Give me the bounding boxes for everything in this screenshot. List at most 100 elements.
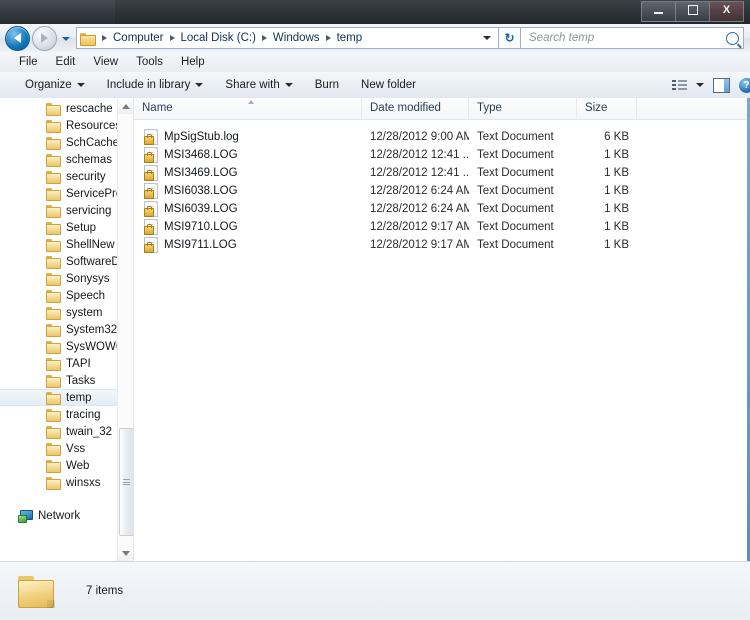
file-name-label: MpSigStub.log xyxy=(164,131,239,143)
tree-item-resources[interactable]: Resources xyxy=(0,117,133,134)
tree-item-network[interactable]: Network xyxy=(0,507,133,524)
tree-item-label: schemas xyxy=(66,153,113,166)
chevron-down-icon[interactable] xyxy=(696,83,704,87)
organize-label: Organize xyxy=(25,79,72,91)
tree-item-tracing[interactable]: tracing xyxy=(0,406,133,423)
breadcrumb-separator-icon xyxy=(261,35,267,41)
tree-item-winsxs[interactable]: winsxs xyxy=(0,474,133,491)
column-header-date-modified[interactable]: Date modified xyxy=(362,98,469,119)
tree-item-temp[interactable]: temp xyxy=(0,389,133,406)
tree-item-syswow64[interactable]: SysWOW64 xyxy=(0,338,133,355)
tree-item-schemas[interactable]: schemas xyxy=(0,151,133,168)
chevron-down-icon xyxy=(121,550,130,556)
breadcrumb-bar[interactable]: Computer Local Disk (C:) Windows temp xyxy=(76,27,498,49)
burn-button[interactable]: Burn xyxy=(304,74,350,96)
recent-pages-button[interactable] xyxy=(60,32,72,44)
table-row[interactable]: MSI6038.LOG 12/28/2012 6:24 AM Text Docu… xyxy=(134,182,750,200)
file-type-cell: Text Document xyxy=(477,185,554,197)
tree-item-sonysys[interactable]: Sonysys xyxy=(0,270,133,287)
tree-item-rescache[interactable]: rescache xyxy=(0,100,133,117)
chevron-down-icon xyxy=(76,83,85,87)
tree-item-label: Tasks xyxy=(66,374,96,387)
tree-item-twain32[interactable]: twain_32 xyxy=(0,423,133,440)
column-header-type[interactable]: Type xyxy=(469,98,577,119)
address-dropdown-button[interactable] xyxy=(476,28,498,48)
scrollbar-thumb[interactable] xyxy=(119,428,133,536)
include-in-library-label: Include in library xyxy=(106,79,191,91)
folder-icon xyxy=(46,255,61,269)
table-row[interactable]: MSI9710.LOG 12/28/2012 9:17 AM Text Docu… xyxy=(134,218,750,236)
tree-item-schcache[interactable]: SchCache xyxy=(0,134,133,151)
menu-edit[interactable]: Edit xyxy=(47,52,85,72)
tree-item-softwaredistribution[interactable]: SoftwareDistrib xyxy=(0,253,133,270)
tree-item-serviceprofiles[interactable]: ServiceProfiles xyxy=(0,185,133,202)
table-row[interactable]: MpSigStub.log 12/28/2012 9:00 AM Text Do… xyxy=(134,128,750,146)
column-header-size[interactable]: Size xyxy=(577,98,637,119)
navigation-scrollbar[interactable] xyxy=(117,98,133,561)
breadcrumb-item-local-disk[interactable]: Local Disk (C:) xyxy=(179,32,258,44)
address-bar: Computer Local Disk (C:) Windows temp ↻ … xyxy=(0,24,750,53)
text-document-icon xyxy=(144,165,158,181)
maximize-button[interactable] xyxy=(675,1,709,22)
lock-icon xyxy=(144,152,154,163)
scroll-up-button[interactable] xyxy=(118,98,133,114)
menu-file[interactable]: File xyxy=(10,52,47,72)
tree-item-tasks[interactable]: Tasks xyxy=(0,372,133,389)
tree-item-vss[interactable]: Vss xyxy=(0,440,133,457)
preview-pane-icon[interactable] xyxy=(713,77,730,93)
organize-button[interactable]: Organize xyxy=(14,74,96,96)
tree-item-web[interactable]: Web xyxy=(0,457,133,474)
scroll-down-button[interactable] xyxy=(118,545,133,561)
table-row[interactable]: MSI3468.LOG 12/28/2012 12:41 ... Text Do… xyxy=(134,146,750,164)
file-name-cell[interactable]: MpSigStub.log xyxy=(134,129,362,145)
tree-item-speech[interactable]: Speech xyxy=(0,287,133,304)
tree-item-system[interactable]: system xyxy=(0,304,133,321)
folder-icon xyxy=(46,459,61,473)
forward-button[interactable] xyxy=(32,25,57,51)
share-with-button[interactable]: Share with xyxy=(214,74,303,96)
view-options-icon[interactable] xyxy=(672,79,687,91)
tree-item-security[interactable]: security xyxy=(0,168,133,185)
table-row[interactable]: MSI6039.LOG 12/28/2012 6:24 AM Text Docu… xyxy=(134,200,750,218)
tree-item-setup[interactable]: Setup xyxy=(0,219,133,236)
explorer-window: X Computer Local Disk (C:) Windows temp xyxy=(0,0,750,620)
minimize-button[interactable] xyxy=(641,1,675,22)
file-name-cell[interactable]: MSI9711.LOG xyxy=(134,237,362,253)
file-name-cell[interactable]: MSI6039.LOG xyxy=(134,201,362,217)
breadcrumb-item-computer[interactable]: Computer xyxy=(111,32,166,44)
close-button[interactable]: X xyxy=(709,1,744,22)
menu-tools[interactable]: Tools xyxy=(127,52,172,72)
table-row[interactable]: MSI9711.LOG 12/28/2012 9:17 AM Text Docu… xyxy=(134,236,750,254)
search-input[interactable]: Search temp xyxy=(529,32,726,44)
column-header-name[interactable]: Name xyxy=(134,98,362,119)
folder-icon xyxy=(46,102,61,116)
file-name-cell[interactable]: MSI3469.LOG xyxy=(134,165,362,181)
folder-icon xyxy=(46,391,61,405)
file-date-cell: 12/28/2012 6:24 AM xyxy=(370,185,469,197)
file-name-cell[interactable]: MSI9710.LOG xyxy=(134,219,362,235)
include-in-library-button[interactable]: Include in library xyxy=(96,74,215,96)
tree-item-servicing[interactable]: servicing xyxy=(0,202,133,219)
menu-view[interactable]: View xyxy=(84,52,127,72)
search-box[interactable]: Search temp xyxy=(521,27,744,49)
back-button[interactable] xyxy=(5,25,30,51)
breadcrumb-item-temp[interactable]: temp xyxy=(335,32,365,44)
file-date-cell: 12/28/2012 6:24 AM xyxy=(370,203,469,215)
help-icon[interactable]: ? xyxy=(739,77,750,93)
file-list-pane: Name Date modified Type Size MpSigStub.l… xyxy=(134,98,750,561)
tree-item-system32[interactable]: System32 xyxy=(0,321,133,338)
file-name-cell[interactable]: MSI3468.LOG xyxy=(134,147,362,163)
file-date-cell: 12/28/2012 9:17 AM xyxy=(370,221,469,233)
tree-item-label: SchCache xyxy=(66,136,120,149)
tree-item-shellnew[interactable]: ShellNew xyxy=(0,236,133,253)
menu-help[interactable]: Help xyxy=(172,52,214,72)
text-document-icon xyxy=(144,147,158,163)
file-type-cell: Text Document xyxy=(477,239,554,251)
breadcrumb-item-windows[interactable]: Windows xyxy=(271,32,322,44)
table-row[interactable]: MSI3469.LOG 12/28/2012 12:41 ... Text Do… xyxy=(134,164,750,182)
file-name-cell[interactable]: MSI6038.LOG xyxy=(134,183,362,199)
status-bar: 7 items xyxy=(0,561,750,620)
new-folder-button[interactable]: New folder xyxy=(350,74,427,96)
tree-item-tapi[interactable]: TAPI xyxy=(0,355,133,372)
refresh-button[interactable]: ↻ xyxy=(498,27,521,49)
